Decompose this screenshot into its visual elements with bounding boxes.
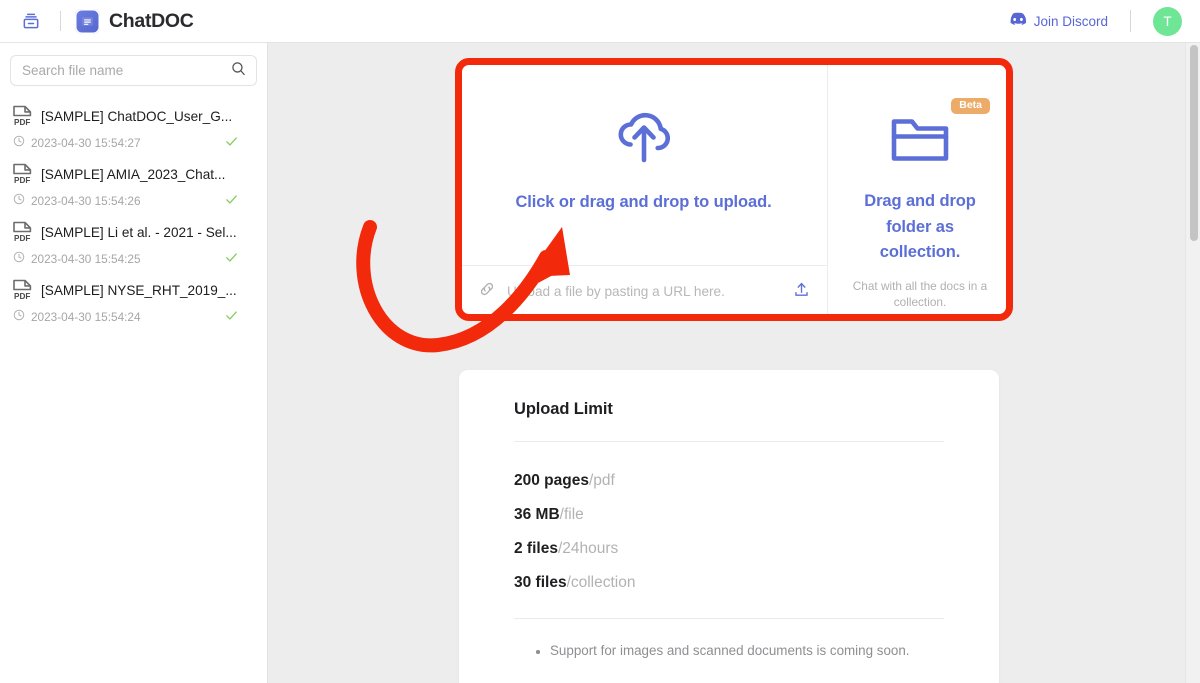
upload-limit-card: Upload Limit 200 pages/pdf 36 MB/file 2 fi… xyxy=(459,370,999,683)
file-meta-row: 2023-04-30 15:54:26 xyxy=(12,192,255,210)
svg-text:PDF: PDF xyxy=(14,292,30,301)
cloud-upload-icon xyxy=(609,108,679,171)
pdf-file-icon: PDF xyxy=(12,221,33,244)
file-name-row: PDF [SAMPLE] ChatDOC_User_G... xyxy=(12,105,255,128)
file-meta-row: 2023-04-30 15:54:25 xyxy=(12,250,255,268)
main-content: Click or drag and drop to upload. Upload… xyxy=(268,43,1200,683)
limit-value: 36 MB xyxy=(514,506,560,524)
header-left-group: ChatDOC xyxy=(0,6,194,36)
folder-dropzone-subtitle: Chat with all the docs in a collection. xyxy=(852,278,988,310)
vertical-scrollbar-track[interactable] xyxy=(1185,43,1200,683)
header-divider xyxy=(60,11,61,31)
file-sidebar: PDF [SAMPLE] ChatDOC_User_G... 2023-04-30 … xyxy=(0,43,268,683)
pdf-file-icon: PDF xyxy=(12,279,33,302)
folder-dropzone-title: Drag and drop folder as collection. xyxy=(864,192,976,262)
folder-icon xyxy=(889,112,951,171)
list-item[interactable]: PDF [SAMPLE] ChatDOC_User_G... 2023-04-30 … xyxy=(0,98,267,156)
list-item[interactable]: PDF [SAMPLE] Li et al. - 2021 - Sel... 202… xyxy=(0,214,267,272)
dropzone-label: Click or drag and drop to upload. xyxy=(515,192,772,211)
upload-limit-notes: Support for images and scanned documents… xyxy=(514,619,944,682)
file-timestamp: 2023-04-30 15:54:26 xyxy=(31,194,141,208)
upload-panel: Click or drag and drop to upload. Upload… xyxy=(460,60,1012,317)
app-header: ChatDOC Join Discord T xyxy=(0,0,1200,43)
file-name: [SAMPLE] ChatDOC_User_G... xyxy=(41,109,233,124)
file-meta-row: 2023-04-30 15:54:27 xyxy=(12,134,255,152)
file-timestamp: 2023-04-30 15:54:25 xyxy=(31,252,141,266)
limit-unit: /collection xyxy=(566,574,636,592)
status-check-icon xyxy=(224,308,239,326)
clock-icon xyxy=(13,192,25,210)
file-name: [SAMPLE] AMIA_2023_Chat... xyxy=(41,167,226,182)
beta-badge: Beta xyxy=(951,98,990,114)
limit-value: 30 files xyxy=(514,574,567,592)
status-check-icon xyxy=(224,192,239,210)
clock-icon xyxy=(13,250,25,268)
file-name-row: PDF [SAMPLE] Li et al. - 2021 - Sel... xyxy=(12,221,255,244)
limit-unit: /file xyxy=(559,506,584,524)
link-icon xyxy=(478,280,496,303)
vertical-scrollbar-thumb[interactable] xyxy=(1190,45,1198,241)
avatar[interactable]: T xyxy=(1153,6,1182,36)
upload-arrow-icon[interactable] xyxy=(792,280,811,304)
upload-limit-row: 200 pages/pdf xyxy=(514,464,944,498)
file-timestamp: 2023-04-30 15:54:27 xyxy=(31,136,141,150)
file-name-row: PDF [SAMPLE] NYSE_RHT_2019_... xyxy=(12,279,255,302)
file-name: [SAMPLE] Li et al. - 2021 - Sel... xyxy=(41,225,237,240)
limit-value: 2 files xyxy=(514,540,558,558)
search-box[interactable] xyxy=(10,55,257,86)
clock-icon xyxy=(13,134,25,152)
status-check-icon xyxy=(224,250,239,268)
list-item[interactable]: PDF [SAMPLE] NYSE_RHT_2019_... 2023-04-30 … xyxy=(0,272,267,330)
header-right-group: Join Discord T xyxy=(1007,6,1200,36)
clock-icon xyxy=(13,308,25,326)
brand-name: ChatDOC xyxy=(109,9,194,32)
file-list: PDF [SAMPLE] ChatDOC_User_G... 2023-04-30 … xyxy=(0,92,267,330)
folder-dropzone[interactable]: Beta Drag and drop folder as collection.… xyxy=(828,60,1012,317)
upload-limit-row: 30 files/collection xyxy=(514,566,944,600)
dropzone-body[interactable]: Click or drag and drop to upload. xyxy=(460,60,827,265)
search-input[interactable] xyxy=(22,63,230,78)
header-divider-2 xyxy=(1130,10,1131,32)
file-meta-row: 2023-04-30 15:54:24 xyxy=(12,308,255,326)
file-name: [SAMPLE] NYSE_RHT_2019_... xyxy=(41,283,237,298)
limit-value: 200 pages xyxy=(514,472,589,489)
pdf-file-icon: PDF xyxy=(12,105,33,128)
svg-text:PDF: PDF xyxy=(14,118,30,127)
list-item[interactable]: PDF [SAMPLE] AMIA_2023_Chat... 2023-04-30 … xyxy=(0,156,267,214)
upload-limit-title: Upload Limit xyxy=(514,400,613,418)
file-name-row: PDF [SAMPLE] AMIA_2023_Chat... xyxy=(12,163,255,186)
join-discord-link[interactable]: Join Discord xyxy=(1007,12,1108,30)
upload-limit-list: 200 pages/pdf 36 MB/file 2 files/24hours 30… xyxy=(514,442,944,618)
pdf-file-icon: PDF xyxy=(12,163,33,186)
limit-unit: /24hours xyxy=(557,540,619,558)
chatdoc-logo-icon xyxy=(75,8,100,34)
discord-icon xyxy=(1007,12,1026,30)
search-icon[interactable] xyxy=(230,60,247,82)
join-discord-label: Join Discord xyxy=(1033,13,1108,29)
upload-limit-note: Support for images and scanned documents… xyxy=(536,643,944,658)
svg-text:PDF: PDF xyxy=(14,234,30,243)
svg-text:PDF: PDF xyxy=(14,176,30,185)
upload-limit-row: 2 files/24hours xyxy=(514,532,944,566)
upload-limit-row: 36 MB/file xyxy=(514,498,944,532)
file-timestamp: 2023-04-30 15:54:24 xyxy=(31,310,141,324)
status-check-icon xyxy=(224,134,239,152)
file-dropzone[interactable]: Click or drag and drop to upload. xyxy=(460,60,828,317)
url-upload-bar[interactable] xyxy=(460,265,827,317)
brand-logo[interactable]: ChatDOC xyxy=(75,8,194,34)
limit-unit: /pdf xyxy=(588,472,615,489)
url-input[interactable] xyxy=(507,284,781,299)
archive-icon[interactable] xyxy=(16,6,46,36)
